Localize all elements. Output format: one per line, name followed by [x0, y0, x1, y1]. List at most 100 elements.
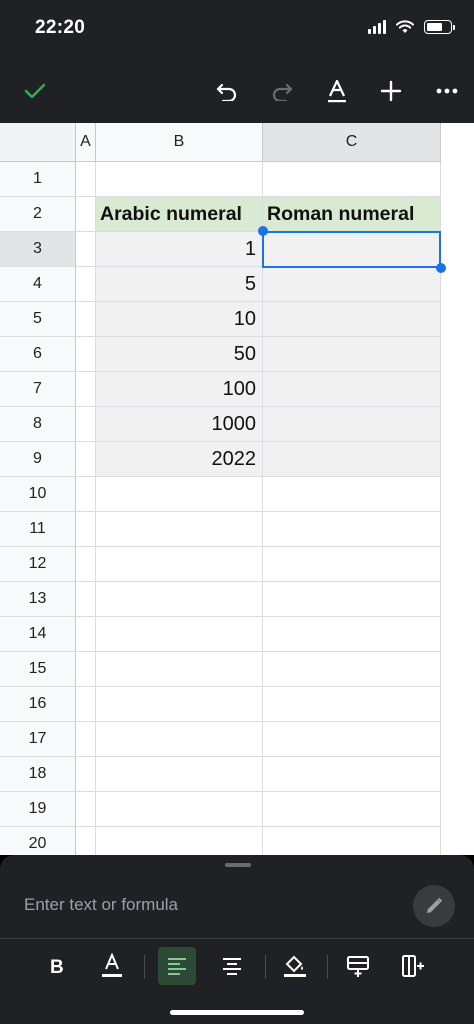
more-icon[interactable] — [430, 74, 464, 108]
row-header-6[interactable]: 6 — [0, 337, 76, 372]
row-header-1[interactable]: 1 — [0, 162, 76, 197]
row-header-20[interactable]: 20 — [0, 827, 76, 855]
cell-c14[interactable] — [263, 617, 441, 652]
row-header-9[interactable]: 9 — [0, 442, 76, 477]
cell-b14[interactable] — [96, 617, 263, 652]
cell-a9[interactable] — [76, 442, 96, 477]
insert-row-icon[interactable] — [339, 947, 377, 985]
text-color-icon[interactable] — [93, 947, 131, 985]
cell-a20[interactable] — [76, 827, 96, 855]
cell-c7[interactable] — [263, 372, 441, 407]
insert-column-icon[interactable] — [394, 947, 432, 985]
cell-b20[interactable] — [96, 827, 263, 855]
cell-a12[interactable] — [76, 547, 96, 582]
cell-b6[interactable]: 50 — [96, 337, 263, 372]
pencil-icon[interactable] — [413, 885, 455, 927]
cell-a8[interactable] — [76, 407, 96, 442]
cell-c15[interactable] — [263, 652, 441, 687]
fill-color-icon[interactable] — [276, 947, 314, 985]
cell-a6[interactable] — [76, 337, 96, 372]
cell-b18[interactable] — [96, 757, 263, 792]
cell-b1[interactable] — [96, 162, 263, 197]
cell-b15[interactable] — [96, 652, 263, 687]
row-header-7[interactable]: 7 — [0, 372, 76, 407]
undo-icon[interactable] — [210, 74, 244, 108]
cell-b5[interactable]: 10 — [96, 302, 263, 337]
cell-b10[interactable] — [96, 477, 263, 512]
cell-b17[interactable] — [96, 722, 263, 757]
cell-a19[interactable] — [76, 792, 96, 827]
row-header-11[interactable]: 11 — [0, 512, 76, 547]
cell-c18[interactable] — [263, 757, 441, 792]
row-header-4[interactable]: 4 — [0, 267, 76, 302]
row-header-3[interactable]: 3 — [0, 232, 76, 267]
cell-a3[interactable] — [76, 232, 96, 267]
cell-c3[interactable] — [263, 232, 441, 267]
redo-icon[interactable] — [265, 74, 299, 108]
cell-b9[interactable]: 2022 — [96, 442, 263, 477]
cell-a5[interactable] — [76, 302, 96, 337]
cell-b3[interactable]: 1 — [96, 232, 263, 267]
cell-b19[interactable] — [96, 792, 263, 827]
cell-c19[interactable] — [263, 792, 441, 827]
cell-a16[interactable] — [76, 687, 96, 722]
row-header-8[interactable]: 8 — [0, 407, 76, 442]
bold-icon[interactable]: B — [38, 947, 76, 985]
cell-c9[interactable] — [263, 442, 441, 477]
cell-a15[interactable] — [76, 652, 96, 687]
row-header-5[interactable]: 5 — [0, 302, 76, 337]
cell-a4[interactable] — [76, 267, 96, 302]
cell-c16[interactable] — [263, 687, 441, 722]
plus-icon[interactable] — [374, 74, 408, 108]
cell-c20[interactable] — [263, 827, 441, 855]
row-header-18[interactable]: 18 — [0, 757, 76, 792]
column-header-b[interactable]: B — [96, 123, 263, 162]
cell-b12[interactable] — [96, 547, 263, 582]
cell-a18[interactable] — [76, 757, 96, 792]
cell-a11[interactable] — [76, 512, 96, 547]
column-header-a[interactable]: A — [76, 123, 96, 162]
row-header-15[interactable]: 15 — [0, 652, 76, 687]
cell-b8[interactable]: 1000 — [96, 407, 263, 442]
cell-c17[interactable] — [263, 722, 441, 757]
row-header-13[interactable]: 13 — [0, 582, 76, 617]
cell-b7[interactable]: 100 — [96, 372, 263, 407]
cell-c5[interactable] — [263, 302, 441, 337]
cell-b16[interactable] — [96, 687, 263, 722]
row-header-16[interactable]: 16 — [0, 687, 76, 722]
cell-c6[interactable] — [263, 337, 441, 372]
row-header-14[interactable]: 14 — [0, 617, 76, 652]
selection-handle-bottom[interactable] — [436, 263, 446, 273]
cell-c2[interactable]: Roman numeral — [263, 197, 441, 232]
selection-handle-top[interactable] — [258, 226, 268, 236]
select-all-corner[interactable] — [0, 123, 76, 162]
cell-a10[interactable] — [76, 477, 96, 512]
cell-a14[interactable] — [76, 617, 96, 652]
text-format-icon[interactable] — [320, 74, 354, 108]
cell-a2[interactable] — [76, 197, 96, 232]
row-header-10[interactable]: 10 — [0, 477, 76, 512]
cell-c13[interactable] — [263, 582, 441, 617]
cell-a17[interactable] — [76, 722, 96, 757]
spreadsheet-grid[interactable]: ABC 1 2 3 4 5 6 7 8 9 10 11 12 13 14 15 16 17 18 19 20 Arab… — [0, 123, 474, 855]
cell-a7[interactable] — [76, 372, 96, 407]
cell-b4[interactable]: 5 — [96, 267, 263, 302]
cell-c11[interactable] — [263, 512, 441, 547]
align-center-icon[interactable] — [213, 947, 251, 985]
cell-b2[interactable]: Arabic numeral — [96, 197, 263, 232]
row-header-19[interactable]: 19 — [0, 792, 76, 827]
drag-handle[interactable] — [225, 863, 251, 867]
cell-a1[interactable] — [76, 162, 96, 197]
row-header-12[interactable]: 12 — [0, 547, 76, 582]
row-header-17[interactable]: 17 — [0, 722, 76, 757]
cell-c1[interactable] — [263, 162, 441, 197]
check-icon[interactable] — [18, 74, 52, 108]
cell-c10[interactable] — [263, 477, 441, 512]
cell-a13[interactable] — [76, 582, 96, 617]
cell-b11[interactable] — [96, 512, 263, 547]
cell-c12[interactable] — [263, 547, 441, 582]
column-header-c[interactable]: C — [263, 123, 441, 162]
cell-c8[interactable] — [263, 407, 441, 442]
align-left-icon[interactable] — [158, 947, 196, 985]
cell-b13[interactable] — [96, 582, 263, 617]
